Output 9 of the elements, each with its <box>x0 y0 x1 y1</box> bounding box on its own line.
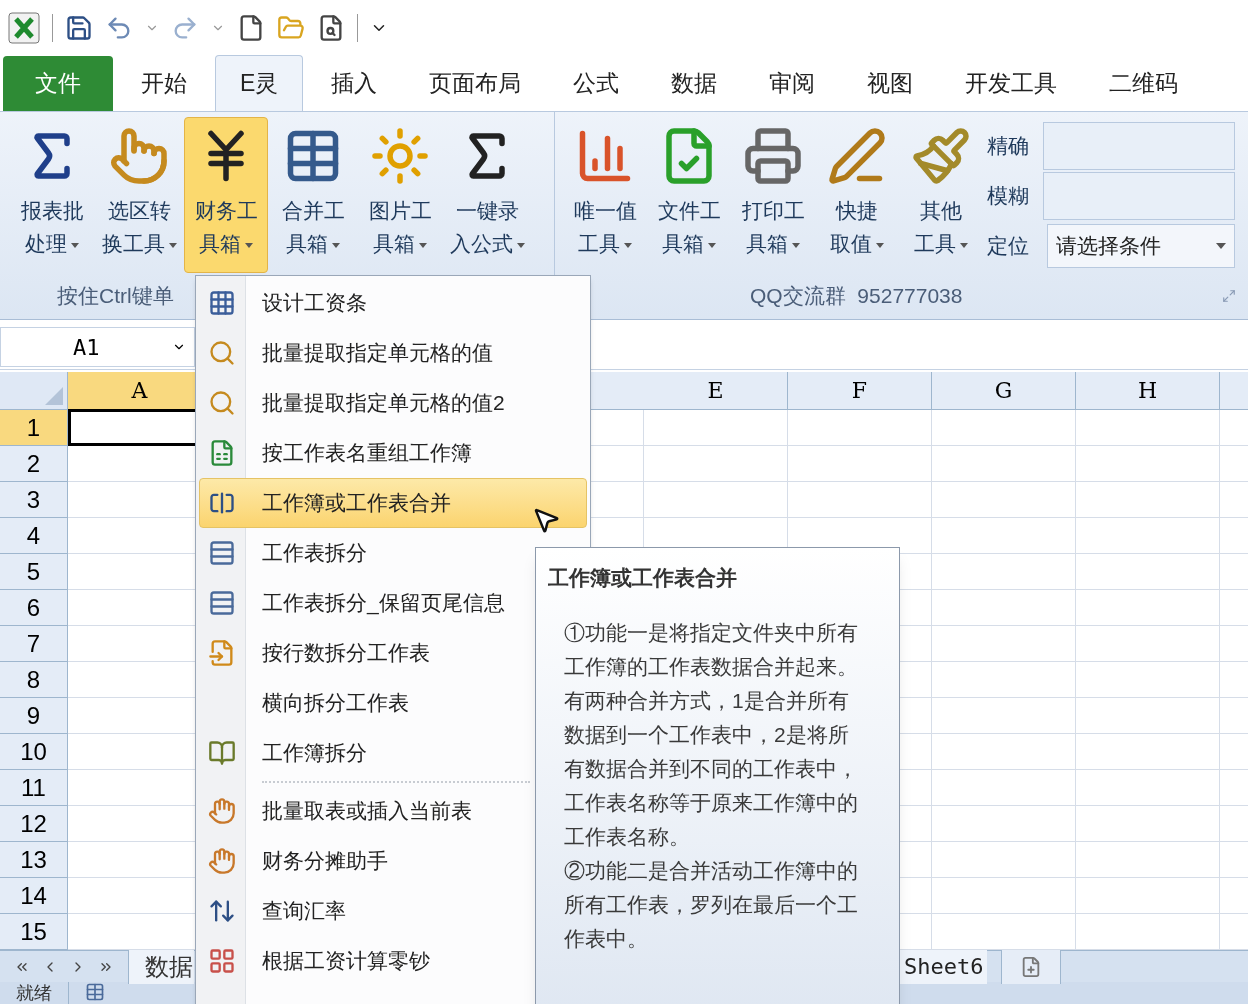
status-text: 就绪 <box>15 982 53 1004</box>
tooltip-paragraph: ②功能二是合并活动工作簿中的所有工作表，罗列在最后一个工作表中。 <box>564 857 858 952</box>
locate-label: 定位 <box>987 233 1030 260</box>
group-label: QQ交流群 952777038 <box>750 283 963 310</box>
fuzzy-label: 模糊 <box>987 183 1030 210</box>
exact-label: 精确 <box>987 133 1030 160</box>
tooltip-paragraph: ①功能一是将指定文件夹中所有工作簿的工作表数据合并起来。有两种合并方式，1是合并所有数据到一个工作表中，2是将所有数据合并到不同的工作表中，工作表名称等于原来工作簿中的工作表名称。 <box>564 619 858 850</box>
tooltip-title: 工作簿或工作表合并 <box>548 565 738 591</box>
group-label: 按住Ctrl键单 <box>57 283 174 310</box>
